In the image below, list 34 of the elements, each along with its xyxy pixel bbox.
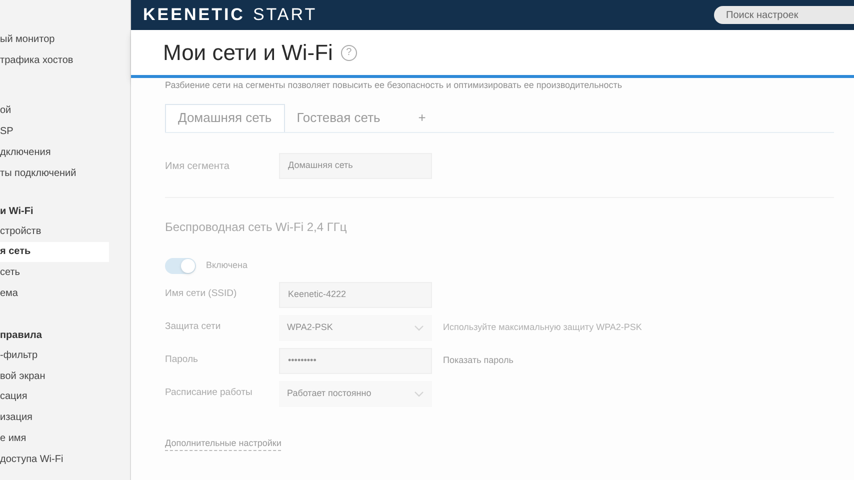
sidebar-item[interactable]: дключения [0, 142, 130, 163]
field-label: Пароль [165, 353, 199, 368]
sidebar-item[interactable]: сация [0, 386, 130, 408]
sidebar-item[interactable]: трафика хостов [0, 50, 130, 71]
field-label: Имя сети (SSID) [165, 287, 238, 302]
sidebar-item[interactable]: изация [0, 407, 130, 428]
sidebar-item[interactable]: стройств [0, 220, 130, 242]
sidebar-item[interactable]: ый монитор [0, 29, 130, 50]
chevron-down-icon [414, 324, 424, 330]
sidebar-item[interactable]: вой экран [0, 366, 130, 387]
page-title: Мои сети и Wi-Fi [163, 39, 333, 67]
field-hint: Используйте максимальную защиту WPA2-PSK [443, 320, 642, 334]
field-label: Защита сети [165, 320, 222, 334]
toggle-switch[interactable] [165, 258, 196, 274]
sidebar-heading: правила [0, 328, 43, 343]
section-title: Беспроводная сеть Wi-Fi 2,4 ГГц [165, 218, 348, 236]
sidebar-heading: и Wi-Fi [0, 204, 34, 219]
sidebar-item[interactable]: SP [0, 121, 130, 142]
field-label: Имя сегмента [165, 160, 230, 174]
search-field[interactable]: Поиск настроек [714, 6, 854, 24]
sidebar-item[interactable]: ема [0, 283, 130, 304]
sidebar-item[interactable]: я сеть [0, 242, 109, 262]
chevron-down-icon [414, 390, 424, 396]
sidebar-item[interactable]: -фильтр [0, 344, 130, 366]
sidebar-item[interactable]: е имя [0, 428, 130, 449]
sidebar-item[interactable]: доступа Wi-Fi [0, 448, 130, 470]
logo-model: START [252, 4, 318, 26]
page-description: Разбиение сети на сегменты позволяет повысить ее безопасность и оптимизировать ее производительность [165, 79, 624, 92]
sidebar-item[interactable]: ой [0, 100, 130, 122]
toggle-label: Включена [206, 258, 248, 272]
sidebar-item[interactable]: ты подключений [0, 162, 130, 184]
field-label: Расписание работы [165, 386, 254, 400]
logo-brand: KEENETIC [143, 4, 245, 26]
sidebar-item[interactable]: сеть [0, 262, 130, 284]
